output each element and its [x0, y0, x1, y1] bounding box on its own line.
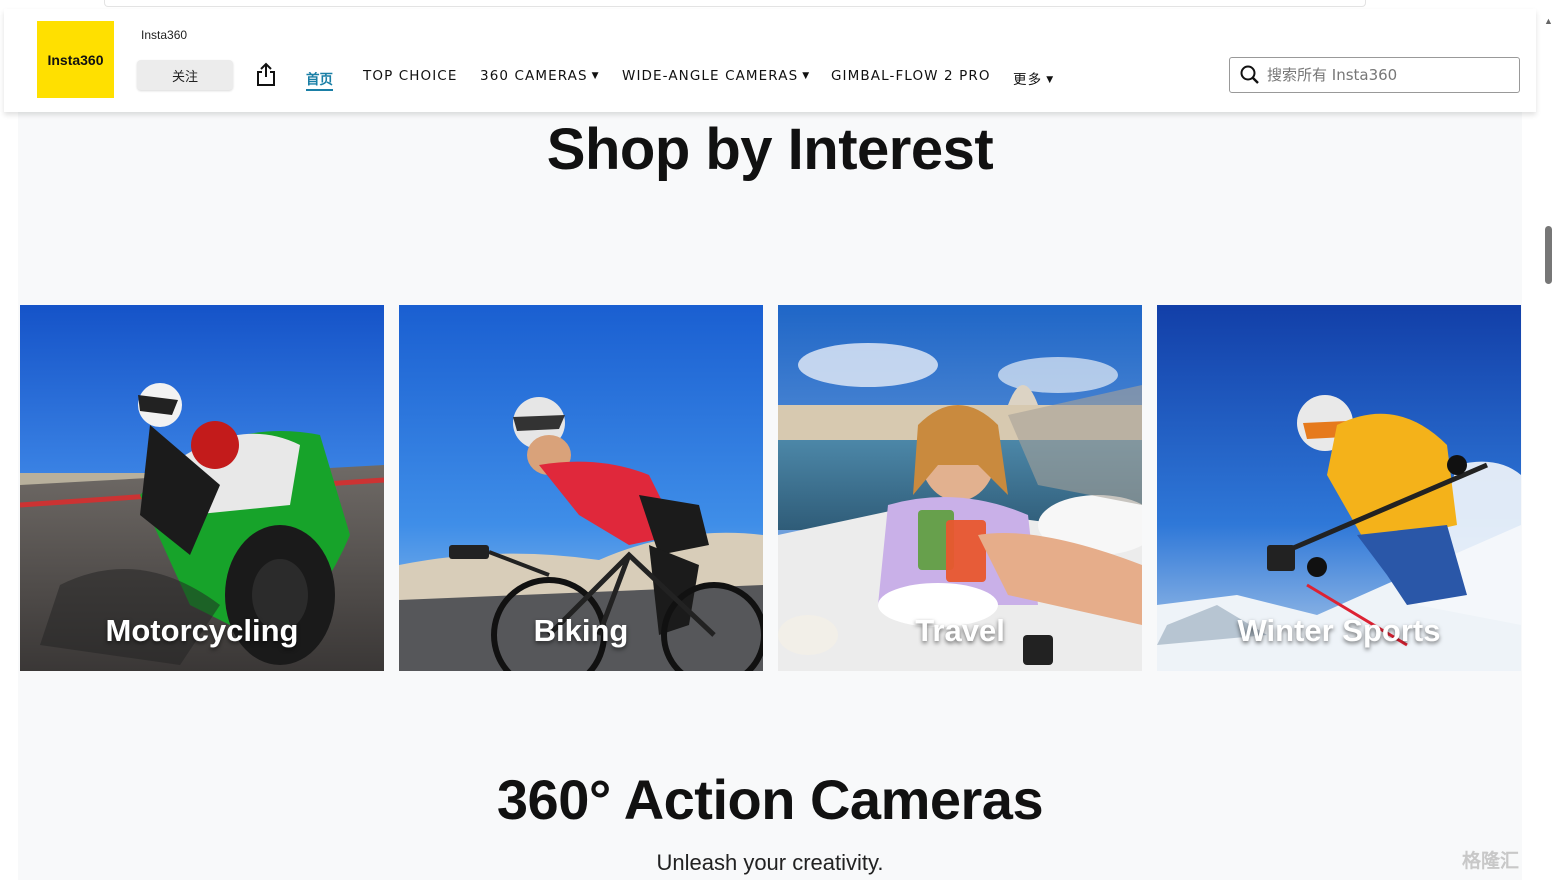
nav-item-more[interactable]: 更多 ▼ [1013, 68, 1054, 88]
tile-biking[interactable]: Biking [399, 305, 763, 671]
tile-label: Winter Sports [1237, 613, 1441, 648]
tile-motorcycling[interactable]: Motorcycling [20, 305, 384, 671]
page-scrollbar[interactable]: ▲ [1540, 10, 1556, 880]
main-content: Shop by Interest Motorcycling Biking Tra… [18, 112, 1522, 880]
scroll-up-arrow-icon[interactable]: ▲ [1544, 16, 1553, 26]
chevron-down-icon: ▼ [591, 71, 600, 81]
logo-text: Insta360 [47, 51, 104, 68]
store-logo[interactable]: Insta360 [37, 21, 114, 98]
search-icon [1240, 65, 1259, 84]
section2-title: 360° Action Cameras [496, 768, 1044, 831]
section2-subtitle: Unleash your creativity. [656, 850, 884, 875]
nav-item-top-choice[interactable]: TOP CHOICE [363, 68, 457, 84]
tile-label: Motorcycling [105, 613, 299, 648]
chevron-down-icon: ▼ [1046, 75, 1055, 85]
tile-label: Travel [915, 613, 1005, 648]
tile-label: Biking [533, 613, 629, 648]
search-input[interactable] [1267, 66, 1507, 84]
browser-top-edge [104, 0, 1366, 7]
tile-travel[interactable]: Travel [778, 305, 1142, 671]
tile-winter-sports[interactable]: Winter Sports [1157, 305, 1521, 671]
nav-item-home[interactable]: 首页 [306, 68, 333, 91]
store-header: Insta360 Insta360 关注 首页 TOP CHOICE 360 C… [4, 9, 1536, 112]
share-icon[interactable] [255, 62, 277, 88]
store-name: Insta360 [141, 28, 188, 42]
nav-item-gimbal-flow-2-pro[interactable]: GIMBAL-FLOW 2 PRO [831, 68, 991, 84]
nav-label: WIDE-ANGLE CAMERAS [622, 68, 799, 84]
chevron-down-icon: ▼ [802, 71, 811, 81]
search-box[interactable] [1229, 57, 1520, 93]
scroll-thumb[interactable] [1545, 226, 1552, 284]
nav-item-360-cameras[interactable]: 360 CAMERAS ▼ [480, 68, 600, 84]
nav-label: 360 CAMERAS [480, 68, 588, 84]
section-title: Shop by Interest [546, 117, 994, 182]
nav-label: 更多 [1013, 72, 1043, 88]
watermark: 格隆汇 [1462, 850, 1520, 872]
nav-item-wide-angle-cameras[interactable]: WIDE-ANGLE CAMERAS ▼ [622, 68, 810, 84]
follow-button[interactable]: 关注 [137, 60, 233, 90]
